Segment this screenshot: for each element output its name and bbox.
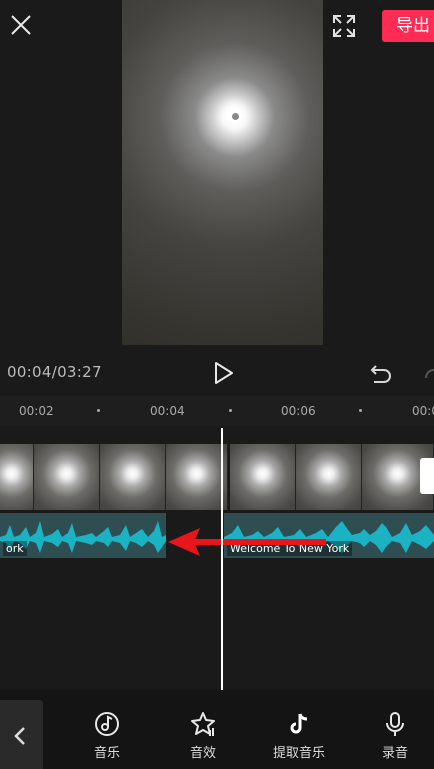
audio-clip[interactable]: ork: [0, 513, 166, 558]
video-frame: [34, 444, 100, 510]
back-button[interactable]: [0, 700, 43, 769]
play-button[interactable]: [210, 360, 236, 386]
fullscreen-button[interactable]: [330, 12, 358, 40]
undo-icon: [370, 365, 391, 383]
annotation-arrow-icon: [168, 528, 326, 556]
close-button[interactable]: [8, 12, 34, 38]
tiktok-note-icon: [290, 713, 308, 734]
light-bulb-center: [232, 113, 239, 120]
music-disc-icon: [95, 712, 119, 736]
video-track[interactable]: [0, 444, 434, 510]
audio-clip-label: ork: [3, 541, 27, 556]
video-preview[interactable]: [122, 0, 323, 345]
undo-button[interactable]: [368, 360, 394, 386]
playback-time: 00:04/03:27: [7, 363, 102, 381]
tick-label: 00:0: [412, 404, 434, 418]
chevron-left-icon: [14, 727, 25, 745]
tick-label: 00:06: [281, 404, 316, 418]
extract-music-button[interactable]: 提取音乐: [259, 710, 339, 761]
music-button[interactable]: 音乐: [67, 710, 147, 761]
play-icon: [215, 362, 233, 384]
close-icon: [11, 15, 31, 35]
microphone-icon: [386, 712, 404, 736]
tick-dot: [229, 409, 232, 412]
sound-effect-button[interactable]: 音效: [163, 710, 243, 761]
redo-button[interactable]: [420, 360, 434, 386]
extract-music-label: 提取音乐: [272, 746, 325, 761]
redo-icon: [425, 369, 434, 379]
clip-trim-handle[interactable]: [420, 458, 434, 494]
tick-label: 00:02: [19, 404, 54, 418]
video-frame: [100, 444, 166, 510]
sound-effect-label: 音效: [189, 746, 216, 761]
record-button[interactable]: 录音: [355, 710, 434, 761]
video-frame: [296, 444, 362, 510]
export-button[interactable]: 导出: [382, 10, 434, 42]
fullscreen-icon: [333, 15, 355, 37]
tick-dot: [97, 409, 100, 412]
tick-dot: [359, 409, 362, 412]
video-frame: [230, 444, 296, 510]
music-label: 音乐: [93, 746, 120, 761]
record-label: 录音: [381, 746, 408, 761]
timeline-ruler[interactable]: 00:02 00:04 00:06 00:0: [0, 396, 434, 426]
video-frame: [166, 444, 228, 510]
tick-label: 00:04: [150, 404, 185, 418]
playhead[interactable]: [221, 428, 223, 690]
video-frame: [0, 444, 34, 510]
sound-effect-star-icon: [191, 712, 215, 736]
